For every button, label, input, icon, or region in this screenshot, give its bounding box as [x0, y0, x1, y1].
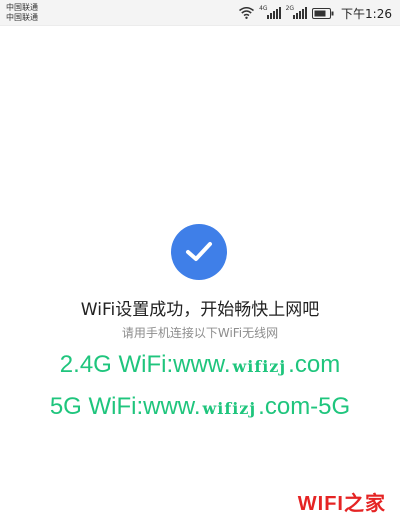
site-watermark: WIFI之家 — [297, 493, 386, 515]
ssid-prefix: 2.4G WiFi:www. — [59, 351, 231, 378]
ssid-watermark: wifizj — [232, 357, 287, 376]
connect-instruction: 请用手机连接以下WiFi无线网 — [121, 326, 279, 340]
screen: 中国联通 中国联通 4G 2G 下午1:26 WiFi设置成功，开始畅快上网吧 … — [0, 0, 400, 528]
ssid-prefix: 5G WiFi:www. — [49, 393, 201, 420]
success-badge — [171, 224, 227, 280]
success-title: WiFi设置成功，开始畅快上网吧 — [80, 300, 320, 320]
wifi-5g-ssid: 5G WiFi:www. wifizj.com-5G — [0, 393, 400, 421]
status-icons: 4G 2G 下午1:26 — [239, 4, 392, 22]
network-type-label: 2G — [285, 4, 295, 12]
ssid-watermark: wifizj — [202, 399, 257, 418]
ssid-suffix: .com-5G — [258, 393, 351, 420]
signal-icon: 2G — [285, 4, 308, 19]
check-icon — [186, 242, 212, 261]
carrier-label-1: 中国联通 — [6, 3, 38, 12]
network-type-label: 4G — [259, 4, 268, 12]
carrier-label-2: 中国联通 — [6, 13, 38, 22]
wifi-icon — [239, 7, 255, 19]
ssid-suffix: .com — [288, 351, 341, 378]
status-time: 下午1:26 — [341, 6, 392, 21]
wifi-24g-ssid: 2.4G WiFi:www. wifizj.com — [0, 351, 400, 379]
status-bar: 中国联通 中国联通 4G 2G 下午1:26 — [0, 0, 400, 26]
signal-icon: 4G — [259, 4, 281, 19]
carrier-list: 中国联通 中国联通 — [6, 3, 38, 23]
battery-icon — [312, 7, 334, 19]
